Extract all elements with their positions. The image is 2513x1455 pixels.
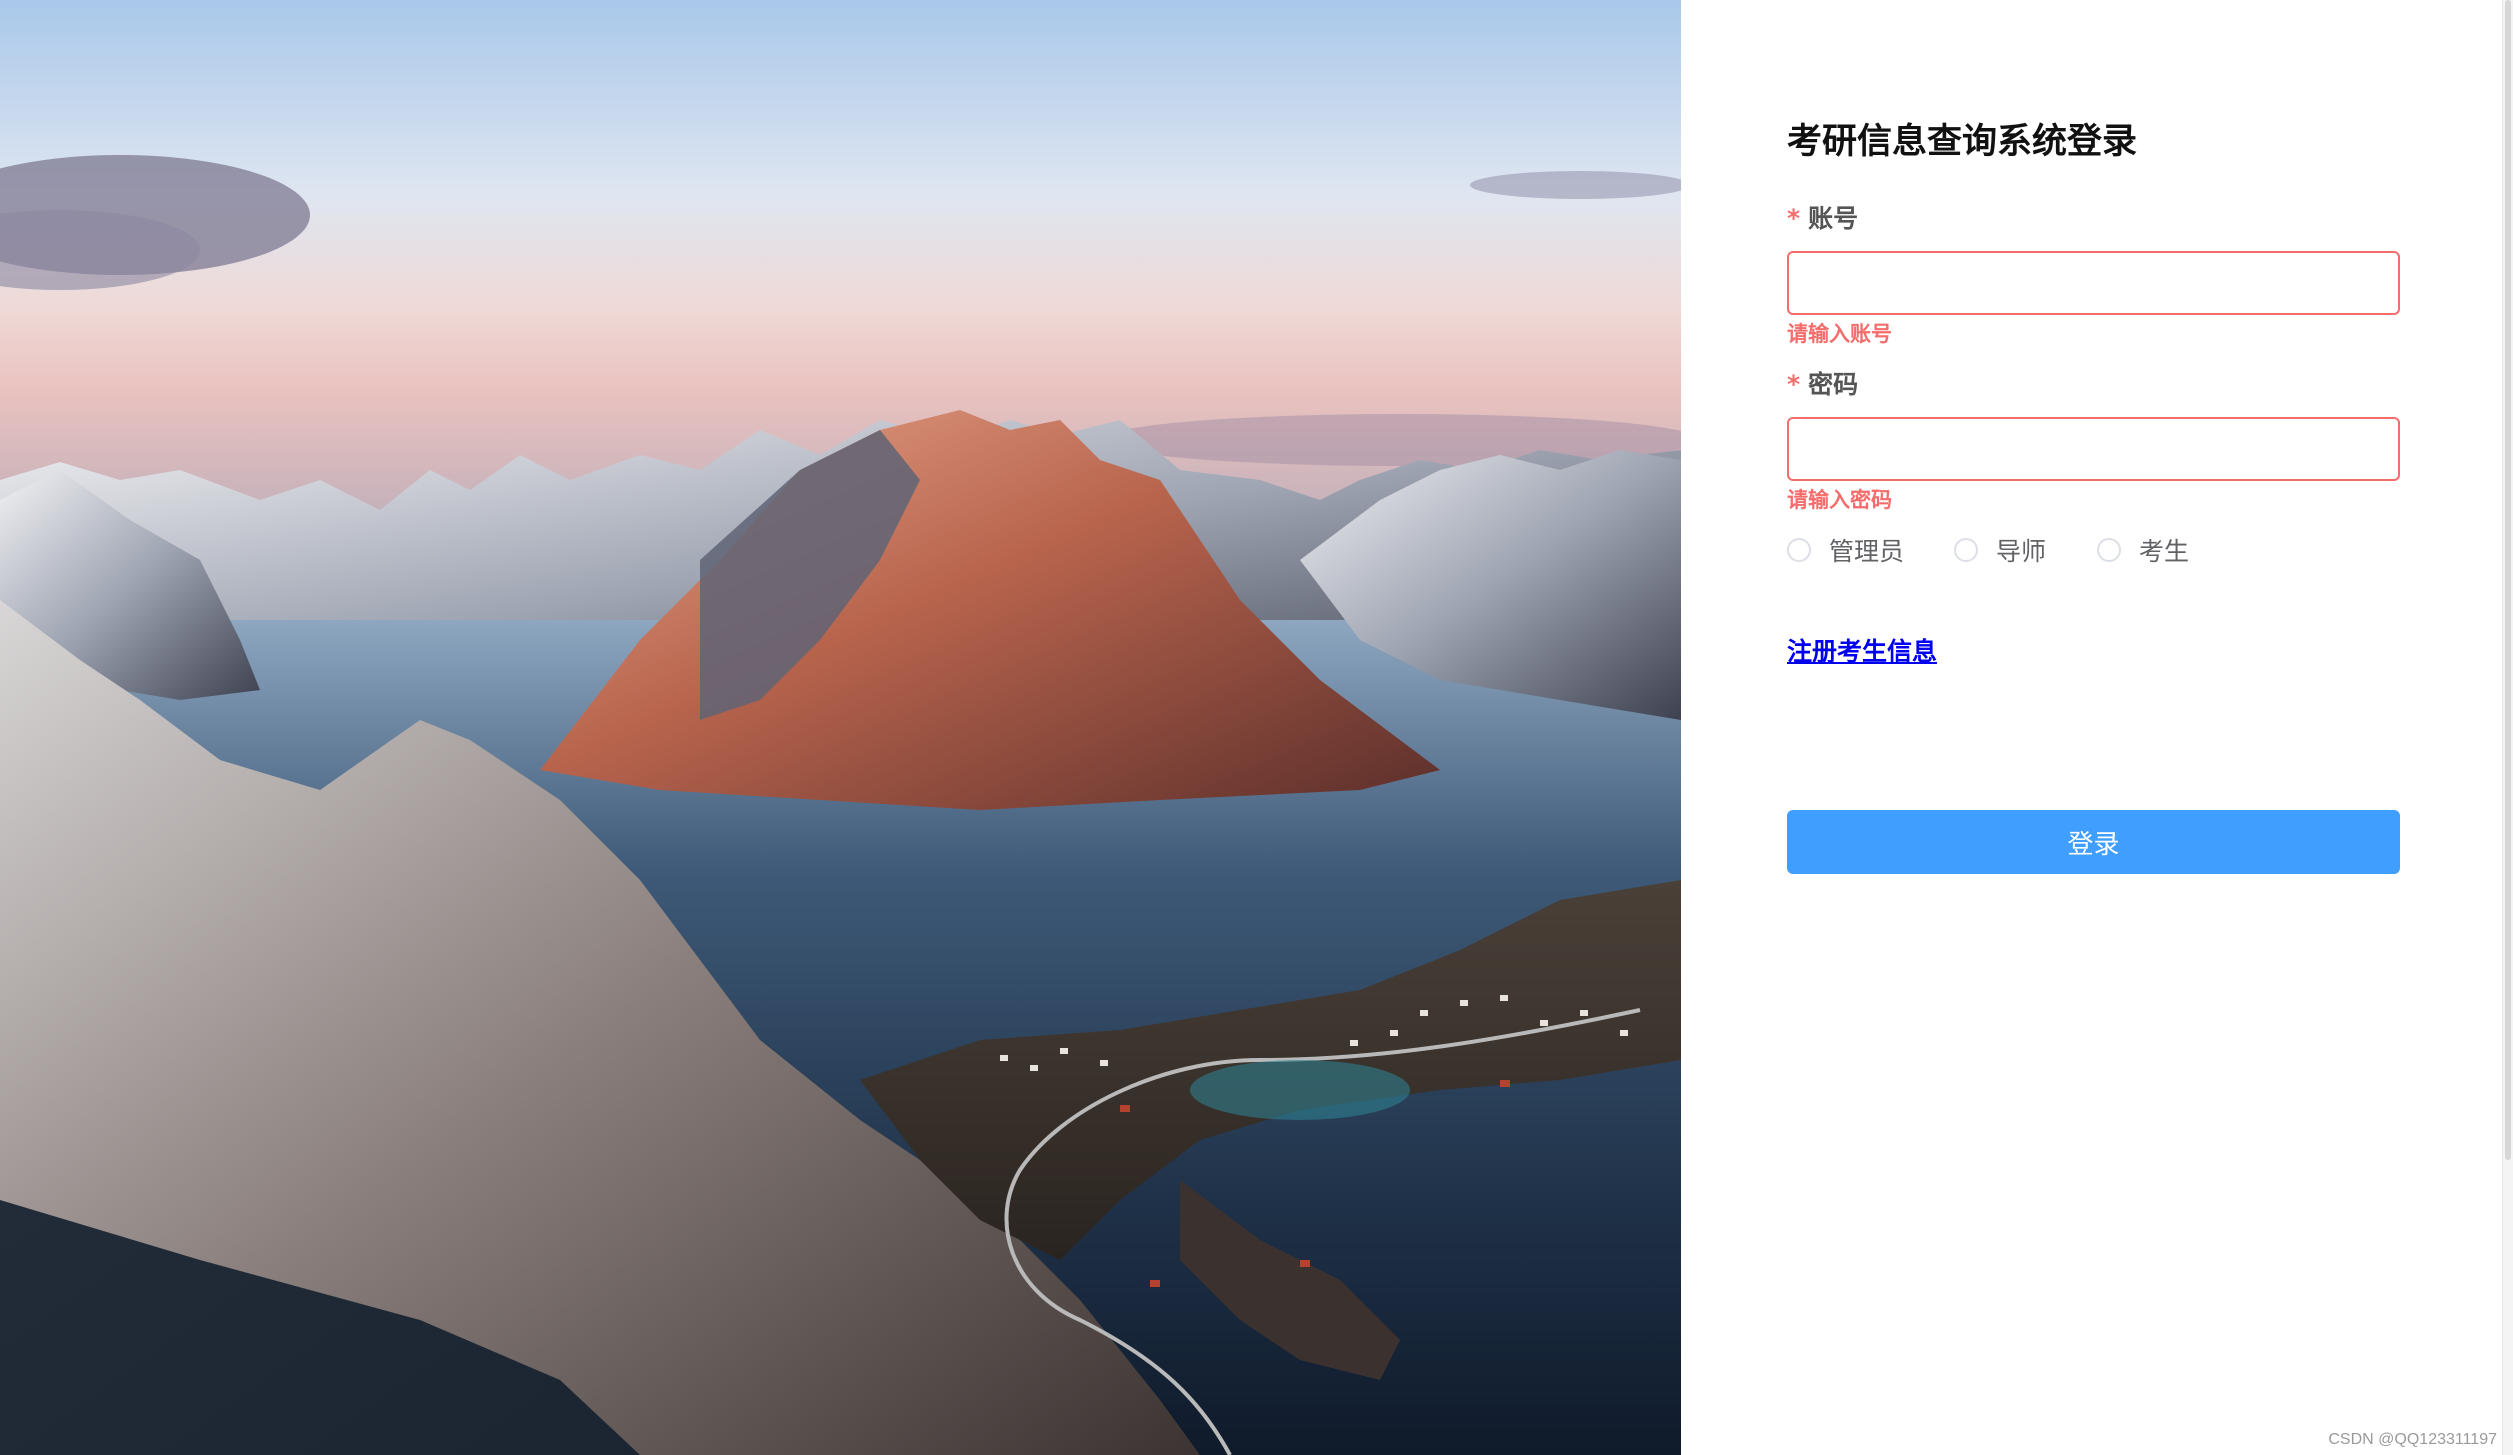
role-option-student[interactable]: 考生 bbox=[2097, 530, 2189, 570]
register-student-link[interactable]: 注册考生信息 bbox=[1787, 635, 1937, 669]
password-input[interactable] bbox=[1787, 417, 2400, 481]
page-scrollbar[interactable] bbox=[2502, 0, 2513, 1455]
login-panel: 考研信息查询系统登录 * 账号 请输入账号 * 密码 请输入密码 管理员 导师 … bbox=[1681, 0, 2513, 1455]
password-label-text: 密码 bbox=[1808, 370, 1859, 399]
password-label: * 密码 bbox=[1787, 368, 1858, 402]
account-error: 请输入账号 bbox=[1787, 322, 1892, 346]
watermark-text: CSDN @QQ123311197 bbox=[2328, 1431, 2497, 1448]
role-option-tutor[interactable]: 导师 bbox=[1954, 530, 2046, 570]
role-label-student: 考生 bbox=[2139, 537, 2190, 566]
password-error: 请输入密码 bbox=[1787, 488, 1892, 512]
radio-circle-icon[interactable] bbox=[1954, 538, 1978, 562]
role-option-admin[interactable]: 管理员 bbox=[1787, 530, 1904, 570]
role-radio-group: 管理员 导师 考生 bbox=[1787, 530, 2400, 570]
login-form: 考研信息查询系统登录 * 账号 请输入账号 * 密码 请输入密码 管理员 导师 … bbox=[1787, 118, 2400, 874]
login-title: 考研信息查询系统登录 bbox=[1787, 122, 2138, 162]
account-label: * 账号 bbox=[1787, 202, 1858, 236]
role-label-tutor: 导师 bbox=[1996, 537, 2047, 566]
role-label-admin: 管理员 bbox=[1829, 537, 1905, 566]
required-mark: * bbox=[1787, 204, 1801, 233]
account-label-text: 账号 bbox=[1808, 204, 1859, 233]
radio-circle-icon[interactable] bbox=[2097, 538, 2121, 562]
scrollbar-thumb[interactable] bbox=[2505, 0, 2511, 1160]
radio-circle-icon[interactable] bbox=[1787, 538, 1811, 562]
account-input[interactable] bbox=[1787, 251, 2400, 315]
landscape-hero-image bbox=[0, 0, 1681, 1455]
required-mark: * bbox=[1787, 370, 1801, 399]
login-page: 考研信息查询系统登录 * 账号 请输入账号 * 密码 请输入密码 管理员 导师 … bbox=[0, 0, 2513, 1455]
login-button[interactable]: 登录 bbox=[1787, 810, 2400, 874]
